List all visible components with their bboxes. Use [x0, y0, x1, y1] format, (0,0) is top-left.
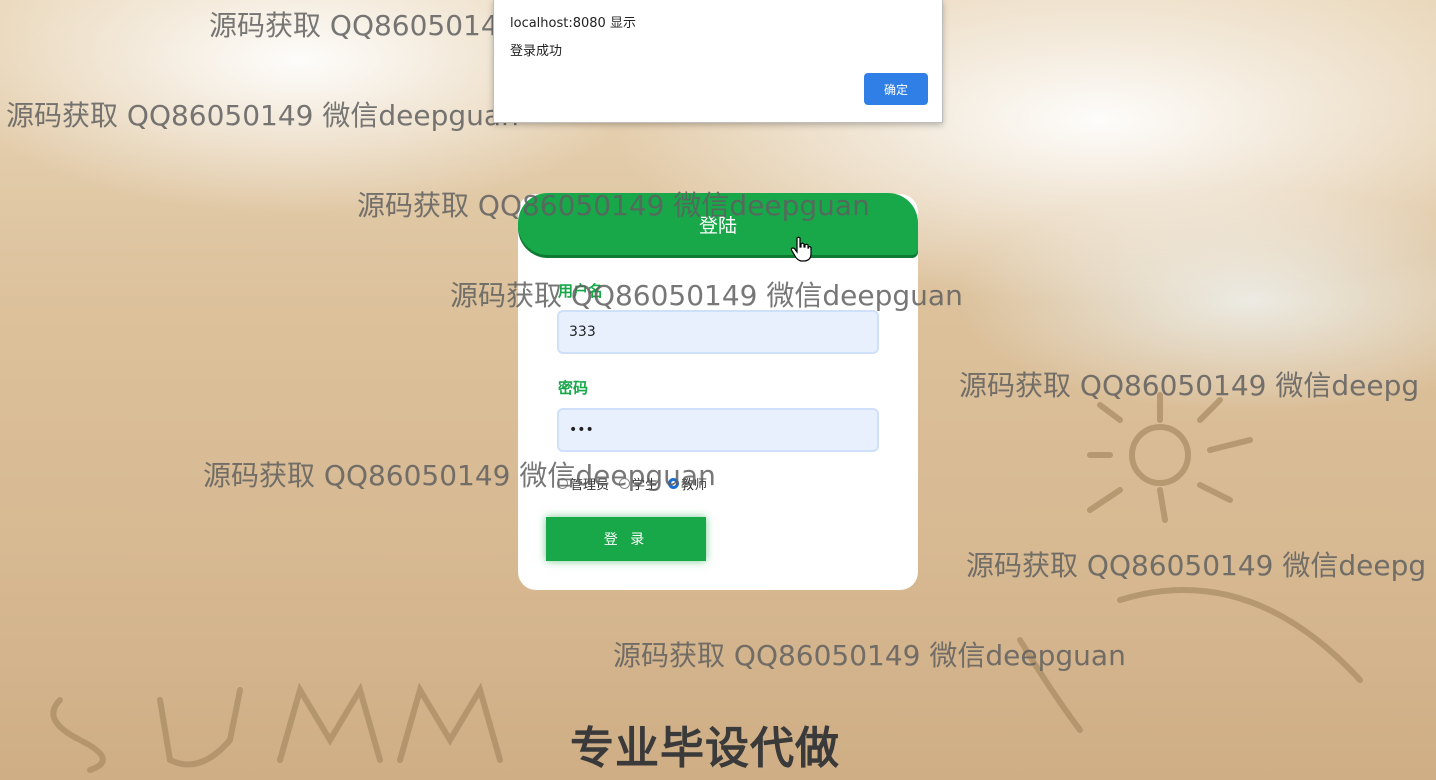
- dialog-message: 登录成功: [510, 44, 563, 59]
- password-label: 密码: [558, 379, 589, 397]
- password-value: •••: [569, 422, 594, 438]
- watermark-5: 源码获取 QQ86050149 微信deepg: [959, 369, 1420, 402]
- watermark-7: 源码获取 QQ86050149 微信deepg: [966, 549, 1427, 582]
- watermark-2: 源码获取 QQ86050149 微信deepguan: [6, 99, 519, 132]
- watermark-6: 源码获取 QQ86050149 微信deepguan: [203, 459, 716, 492]
- username-input[interactable]: 333: [557, 310, 879, 354]
- hand-cursor-icon: [790, 236, 812, 262]
- alert-dialog: localhost:8080 显示 登录成功 确定: [493, 0, 943, 123]
- login-submit-button[interactable]: 登 录: [546, 517, 706, 561]
- bottom-caption: 专业毕设代做: [570, 723, 840, 774]
- watermark-4: 源码获取 QQ86050149 微信deepguan: [450, 279, 963, 312]
- watermark-3: 源码获取 QQ86050149 微信deepguan: [357, 189, 870, 222]
- dialog-ok-button[interactable]: 确定: [864, 73, 928, 105]
- watermark-8: 源码获取 QQ86050149 微信deepguan: [613, 639, 1126, 672]
- password-input[interactable]: •••: [557, 408, 879, 452]
- username-value: 333: [569, 324, 596, 340]
- dialog-origin: localhost:8080 显示: [510, 16, 636, 31]
